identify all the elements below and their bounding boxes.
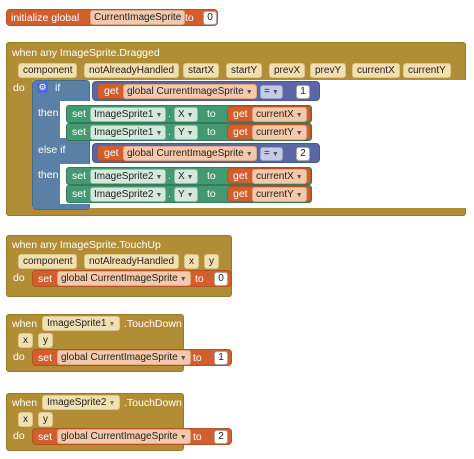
get-variable-dropdown-2[interactable]: global CurrentImageSprite ▼	[123, 146, 257, 161]
set-label: set	[72, 170, 87, 182]
get-label: get	[233, 108, 248, 120]
when-label: when	[12, 318, 38, 330]
set-label: set	[38, 431, 53, 443]
compare-value-2[interactable]: 2	[296, 147, 310, 161]
to-label: to	[207, 188, 216, 200]
then-label-1: then	[38, 107, 59, 119]
param-currenty[interactable]: currentY	[403, 63, 451, 78]
set-label: set	[72, 126, 87, 138]
gear-icon[interactable]: ⚙	[37, 82, 48, 93]
param-x[interactable]: x	[18, 412, 33, 427]
sprite1-component-dropdown[interactable]: ImageSprite1 ▼	[90, 125, 167, 140]
dot-label: .	[168, 108, 171, 120]
set-variable-dropdown[interactable]: global CurrentImageSprite ▼	[57, 429, 191, 444]
param-x[interactable]: x	[184, 254, 199, 269]
component-dropdown-imagesprite2[interactable]: ImageSprite2 ▼	[42, 395, 121, 410]
component-dropdown-imagesprite1[interactable]: ImageSprite1 ▼	[42, 316, 121, 331]
param-component[interactable]: component	[18, 254, 78, 269]
touchdown1-do-label: do	[13, 351, 25, 363]
param-not-already-handled[interactable]: notAlreadyHandled	[84, 63, 180, 78]
get-variable-block-2[interactable]: get global CurrentImageSprite ▼	[97, 145, 257, 161]
currentx-dropdown[interactable]: currentX ▼	[252, 169, 307, 184]
param-starty[interactable]: startY	[226, 63, 263, 78]
get-variable-block-1[interactable]: get global CurrentImageSprite ▼	[97, 83, 257, 99]
set-variable-dropdown[interactable]: global CurrentImageSprite ▼	[57, 350, 191, 365]
to-label: to	[195, 273, 204, 285]
get-currentx-block-2[interactable]: get currentX ▼	[227, 168, 311, 184]
set-variable-dropdown[interactable]: global CurrentImageSprite ▼	[57, 271, 191, 286]
touchdown-event-label: .TouchDown	[124, 318, 182, 330]
dot-label: .	[168, 170, 171, 182]
set-label: set	[72, 188, 87, 200]
touchdown2-value-number[interactable]: 2	[214, 430, 228, 444]
to-label: to	[207, 170, 216, 182]
if-label: if	[55, 82, 61, 94]
y-property-dropdown[interactable]: Y ▼	[174, 187, 198, 202]
currentx-dropdown[interactable]: currentX ▼	[252, 107, 307, 122]
touchup-do-label: do	[13, 272, 25, 284]
compare-value-1[interactable]: 1	[296, 85, 310, 99]
x-property-dropdown[interactable]: X ▼	[174, 107, 198, 122]
elseif-label: else if	[38, 144, 66, 156]
param-x[interactable]: x	[18, 333, 33, 348]
currenty-dropdown[interactable]: currentY ▼	[252, 125, 307, 140]
touchdown-event-label: .TouchDown	[124, 397, 182, 409]
param-y[interactable]: y	[38, 333, 53, 348]
dot-label: .	[168, 126, 171, 138]
then-label-2: then	[38, 169, 59, 181]
x-property-dropdown[interactable]: X ▼	[174, 169, 198, 184]
touchup-event-header: when any ImageSprite.TouchUp	[12, 239, 161, 251]
touchdown2-set-variable-block[interactable]: set global CurrentImageSprite ▼ to 2	[32, 428, 232, 445]
dot-label: .	[168, 188, 171, 200]
initialize-global-block[interactable]: initialize global CurrentImageSprite to …	[6, 9, 218, 26]
touchdown1-value-number[interactable]: 1	[214, 351, 228, 365]
to-label: to	[207, 108, 216, 120]
touchdown2-do-label: do	[13, 430, 25, 442]
get-label-1: get	[104, 85, 119, 97]
to-label: to	[193, 352, 202, 364]
set-label: set	[38, 273, 53, 285]
param-startx[interactable]: startX	[183, 63, 220, 78]
when-label: when	[12, 397, 38, 409]
sprite1-component-dropdown[interactable]: ImageSprite1 ▼	[90, 107, 167, 122]
set-label: set	[72, 108, 87, 120]
param-y[interactable]: y	[38, 412, 53, 427]
touchup-set-variable-block[interactable]: set global CurrentImageSprite ▼ to 0	[32, 270, 232, 287]
get-label: get	[233, 170, 248, 182]
equals-dropdown-2[interactable]: = ▼	[260, 147, 283, 161]
param-y[interactable]: y	[204, 254, 219, 269]
touchdown1-set-variable-block[interactable]: set global CurrentImageSprite ▼ to 1	[32, 349, 232, 366]
init-to-label: to	[185, 12, 194, 24]
sprite2-component-dropdown[interactable]: ImageSprite2 ▼	[90, 169, 167, 184]
get-label: get	[233, 126, 248, 138]
param-prevy[interactable]: prevY	[310, 63, 347, 78]
set-label: set	[38, 352, 53, 364]
get-variable-dropdown-1[interactable]: global CurrentImageSprite ▼	[123, 84, 257, 99]
variable-name-field[interactable]: CurrentImageSprite	[90, 10, 186, 25]
to-label: to	[207, 126, 216, 138]
param-currentx[interactable]: currentX	[352, 63, 400, 78]
get-label-2: get	[104, 147, 119, 159]
y-property-dropdown[interactable]: Y ▼	[174, 125, 198, 140]
param-prevx[interactable]: prevX	[269, 63, 306, 78]
initialize-global-label: initialize global	[11, 12, 80, 24]
dragged-do-label: do	[13, 82, 25, 94]
touchup-value-number[interactable]: 0	[214, 272, 228, 286]
to-label: to	[193, 431, 202, 443]
currenty-dropdown[interactable]: currentY ▼	[252, 187, 307, 202]
get-currentx-block-1[interactable]: get currentX ▼	[227, 106, 311, 122]
param-component[interactable]: component	[18, 63, 78, 78]
dragged-event-header: when any ImageSprite.Dragged	[12, 47, 160, 59]
get-currenty-block-2[interactable]: get currentY ▼	[227, 186, 311, 202]
get-currenty-block-1[interactable]: get currentY ▼	[227, 124, 311, 140]
param-not-already-handled[interactable]: notAlreadyHandled	[84, 254, 180, 269]
init-value-number[interactable]: 0	[203, 11, 217, 25]
get-label: get	[233, 188, 248, 200]
sprite2-component-dropdown[interactable]: ImageSprite2 ▼	[90, 187, 167, 202]
equals-dropdown-1[interactable]: = ▼	[260, 85, 283, 99]
